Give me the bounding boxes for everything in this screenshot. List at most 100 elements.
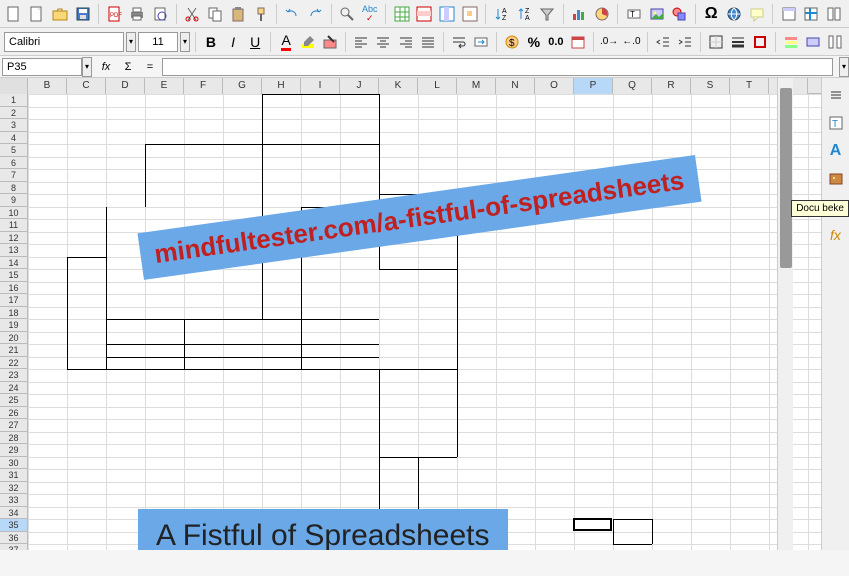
column-header-Q[interactable]: Q — [613, 78, 652, 94]
row-header-15[interactable]: 15 — [0, 269, 28, 282]
row-header-30[interactable]: 30 — [0, 457, 28, 470]
sort-desc-icon[interactable]: ZA — [514, 3, 535, 25]
row-header-16[interactable]: 16 — [0, 282, 28, 295]
font-name-input[interactable] — [4, 32, 124, 52]
column-header-E[interactable]: E — [145, 78, 184, 94]
find-icon[interactable] — [337, 3, 358, 25]
decrease-indent-icon[interactable] — [653, 31, 673, 53]
sort-asc-icon[interactable]: AZ — [491, 3, 512, 25]
row-header-26[interactable]: 26 — [0, 407, 28, 420]
row-header-23[interactable]: 23 — [0, 369, 28, 382]
function-wizard-icon[interactable]: fx — [96, 58, 116, 76]
underline-icon[interactable]: U — [245, 31, 265, 53]
increase-indent-icon[interactable] — [675, 31, 695, 53]
new-doc-icon[interactable] — [27, 3, 48, 25]
redo-icon[interactable] — [305, 3, 326, 25]
row-header-8[interactable]: 8 — [0, 182, 28, 195]
blank-icon[interactable] — [4, 3, 25, 25]
copy-icon[interactable] — [205, 3, 226, 25]
borders-icon[interactable] — [706, 31, 726, 53]
italic-icon[interactable]: I — [223, 31, 243, 53]
row-header-12[interactable]: 12 — [0, 232, 28, 245]
row-header-31[interactable]: 31 — [0, 469, 28, 482]
functions-icon[interactable]: fx — [825, 224, 847, 246]
undo-icon[interactable] — [282, 3, 303, 25]
row-header-7[interactable]: 7 — [0, 169, 28, 182]
select-all-corner[interactable] — [0, 78, 28, 94]
align-right-icon[interactable] — [395, 31, 415, 53]
row-header-28[interactable]: 28 — [0, 432, 28, 445]
paste-icon[interactable] — [227, 3, 248, 25]
print-preview-icon[interactable] — [150, 3, 171, 25]
add-decimal-icon[interactable]: .0→ — [599, 31, 619, 53]
split-icon[interactable] — [824, 3, 845, 25]
table-icon[interactable] — [391, 3, 412, 25]
row-header-21[interactable]: 21 — [0, 344, 28, 357]
row-header-33[interactable]: 33 — [0, 494, 28, 507]
column-header-F[interactable]: F — [184, 78, 223, 94]
row-header-37[interactable]: 37 — [0, 544, 28, 550]
autofilter-icon[interactable] — [537, 3, 558, 25]
properties-icon[interactable]: T — [825, 112, 847, 134]
row-header-22[interactable]: 22 — [0, 357, 28, 370]
sidebar-toggle-icon[interactable] — [825, 84, 847, 106]
equals-icon[interactable]: = — [140, 58, 160, 76]
merge-cells-icon[interactable] — [471, 31, 491, 53]
column-header-I[interactable]: I — [301, 78, 340, 94]
row-header-2[interactable]: 2 — [0, 107, 28, 120]
image-icon[interactable] — [646, 3, 667, 25]
column-header-B[interactable]: B — [28, 78, 67, 94]
column-icon[interactable] — [437, 3, 458, 25]
row-header-11[interactable]: 11 — [0, 219, 28, 232]
row-header-3[interactable]: 3 — [0, 119, 28, 132]
row-header-14[interactable]: 14 — [0, 257, 28, 270]
row-header-10[interactable]: 10 — [0, 207, 28, 220]
format-paintbrush-icon[interactable] — [250, 3, 271, 25]
scroll-thumb[interactable] — [780, 88, 792, 268]
row-header-34[interactable]: 34 — [0, 507, 28, 520]
column-header-T[interactable]: T — [730, 78, 769, 94]
cell-reference-input[interactable] — [2, 58, 82, 76]
percent-icon[interactable]: % — [524, 31, 544, 53]
bold-icon[interactable]: B — [201, 31, 221, 53]
shapes-icon[interactable] — [669, 3, 690, 25]
cell-grid[interactable]: mindfultester.com/a-fistful-of-spreadshe… — [28, 94, 821, 550]
column-header-O[interactable]: O — [535, 78, 574, 94]
row-header-9[interactable]: 9 — [0, 194, 28, 207]
sum-icon[interactable]: Σ — [118, 58, 138, 76]
column-header-R[interactable]: R — [652, 78, 691, 94]
column-header-C[interactable]: C — [67, 78, 106, 94]
gallery-icon[interactable] — [825, 168, 847, 190]
remove-decimal-icon[interactable]: ←.0 — [621, 31, 641, 53]
row-header-19[interactable]: 19 — [0, 319, 28, 332]
row-header-13[interactable]: 13 — [0, 244, 28, 257]
header-footer-icon[interactable] — [778, 3, 799, 25]
cut-icon[interactable] — [182, 3, 203, 25]
align-left-icon[interactable] — [351, 31, 371, 53]
font-size-input[interactable] — [138, 32, 178, 52]
column-header-D[interactable]: D — [106, 78, 145, 94]
column-header-H[interactable]: H — [262, 78, 301, 94]
currency-icon[interactable]: $ — [502, 31, 522, 53]
font-size-dropdown[interactable]: ▾ — [180, 32, 190, 52]
row-icon[interactable] — [414, 3, 435, 25]
cell-style-icon[interactable] — [803, 31, 823, 53]
row-header-17[interactable]: 17 — [0, 294, 28, 307]
formula-input[interactable] — [162, 58, 833, 76]
vertical-scrollbar[interactable] — [777, 78, 793, 550]
columns-icon[interactable] — [825, 31, 845, 53]
special-char-icon[interactable]: Ω — [701, 3, 722, 25]
border-color-icon[interactable] — [750, 31, 770, 53]
pivot-icon[interactable] — [592, 3, 613, 25]
row-header-1[interactable]: 1 — [0, 94, 28, 107]
hyperlink-icon[interactable] — [724, 3, 745, 25]
highlight-icon[interactable] — [298, 31, 318, 53]
row-header-29[interactable]: 29 — [0, 444, 28, 457]
align-justify-icon[interactable] — [418, 31, 438, 53]
column-header-G[interactable]: G — [223, 78, 262, 94]
column-header-M[interactable]: M — [457, 78, 496, 94]
row-header-4[interactable]: 4 — [0, 132, 28, 145]
pdf-icon[interactable]: PDF — [104, 3, 125, 25]
column-header-N[interactable]: N — [496, 78, 535, 94]
number-icon[interactable]: 0.0 — [546, 31, 566, 53]
